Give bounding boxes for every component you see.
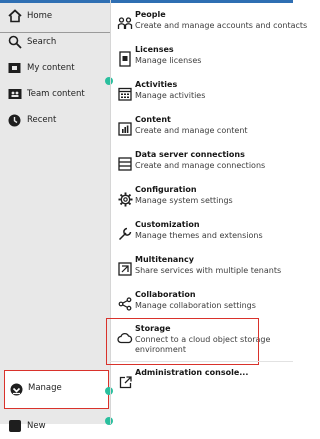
menu-item-desc: Manage activities xyxy=(135,91,206,100)
wrench-icon xyxy=(117,226,133,242)
license-icon xyxy=(117,51,133,67)
menu-item-title: Content xyxy=(135,115,171,124)
menu-item-desc: Create and manage content xyxy=(135,126,248,135)
menu-item-content[interactable]: Content Create and manage content xyxy=(110,113,293,147)
sidebar-item-label: Team content xyxy=(27,89,85,99)
menu-item-title: Collaboration xyxy=(135,290,196,299)
sidebar-item-my-content[interactable]: My content xyxy=(0,55,110,81)
folder-icon xyxy=(7,61,22,76)
menu-item-desc: Manage themes and extensions xyxy=(135,231,263,240)
sidebar-item-label: Home xyxy=(27,11,53,21)
sidebar-item-search[interactable]: Search xyxy=(0,29,110,55)
home-icon xyxy=(7,9,22,24)
sidebar-item-new[interactable]: New xyxy=(0,413,110,439)
people-icon xyxy=(117,16,133,32)
calendar-icon xyxy=(117,86,133,102)
menu-item-title: Activities xyxy=(135,80,178,89)
menu-item-multitenancy[interactable]: Multitenancy Share services with multipl… xyxy=(110,253,293,287)
team-folder-icon xyxy=(7,87,22,102)
menu-item-collaboration[interactable]: Collaboration Manage collaboration setti… xyxy=(110,288,293,322)
menu-item-title: Administration console... xyxy=(135,368,249,377)
sidebar-item-label: Manage xyxy=(28,383,62,393)
sidebar-item-home[interactable]: Home xyxy=(0,3,110,29)
sidebar-item-manage[interactable]: Manage xyxy=(4,370,109,409)
sidebar-item-label: My content xyxy=(27,63,75,73)
sidebar-item-label: Search xyxy=(27,37,57,47)
menu-item-desc: Create and manage connections xyxy=(135,161,266,170)
menu-item-customization[interactable]: Customization Manage themes and extensio… xyxy=(110,218,293,252)
sidebar-item-label: New xyxy=(27,421,46,431)
sidebar: Home Search My content Team content Rece… xyxy=(0,3,110,432)
menu-item-people[interactable]: People Create and manage accounts and co… xyxy=(110,8,307,42)
content-chart-icon xyxy=(117,121,133,137)
menu-item-desc: Manage collaboration settings xyxy=(135,301,256,310)
menu-item-title: Configuration xyxy=(135,185,197,194)
menu-item-desc: Share services with multiple tenants xyxy=(135,266,282,275)
separator xyxy=(110,361,293,362)
menu-item-title: Data server connections xyxy=(135,150,245,159)
menu-item-configuration[interactable]: Configuration Manage system settings xyxy=(110,183,293,217)
manage-icon xyxy=(9,382,24,397)
menu-item-title: Multitenancy xyxy=(135,255,194,264)
menu-item-desc: Manage licenses xyxy=(135,56,202,65)
search-icon xyxy=(7,35,22,50)
sidebar-item-label: Recent xyxy=(27,115,57,125)
menu-item-title: People xyxy=(135,10,166,19)
clock-icon xyxy=(7,113,22,128)
menu-item-title: Customization xyxy=(135,220,200,229)
menu-item-licenses[interactable]: Licenses Manage licenses xyxy=(110,43,293,77)
menu-item-activities[interactable]: Activities Manage activities xyxy=(110,78,293,112)
storage-highlight-box xyxy=(106,318,259,365)
menu-item-desc: Manage system settings xyxy=(135,196,233,205)
menu-item-title: Licenses xyxy=(135,45,174,54)
plus-icon xyxy=(7,419,22,434)
gear-icon xyxy=(117,191,133,207)
external-link-icon xyxy=(117,374,133,390)
menu-item-administration-console[interactable]: Administration console... xyxy=(110,366,293,400)
sidebar-item-recent[interactable]: Recent xyxy=(0,107,110,133)
menu-item-desc: Create and manage accounts and contacts xyxy=(135,21,308,30)
share-icon xyxy=(117,296,133,312)
menu-item-data-server-connections[interactable]: Data server connections Create and manag… xyxy=(110,148,293,182)
data-server-icon xyxy=(117,156,133,172)
sidebar-item-team-content[interactable]: Team content xyxy=(0,81,110,107)
multitenancy-icon xyxy=(117,261,133,277)
